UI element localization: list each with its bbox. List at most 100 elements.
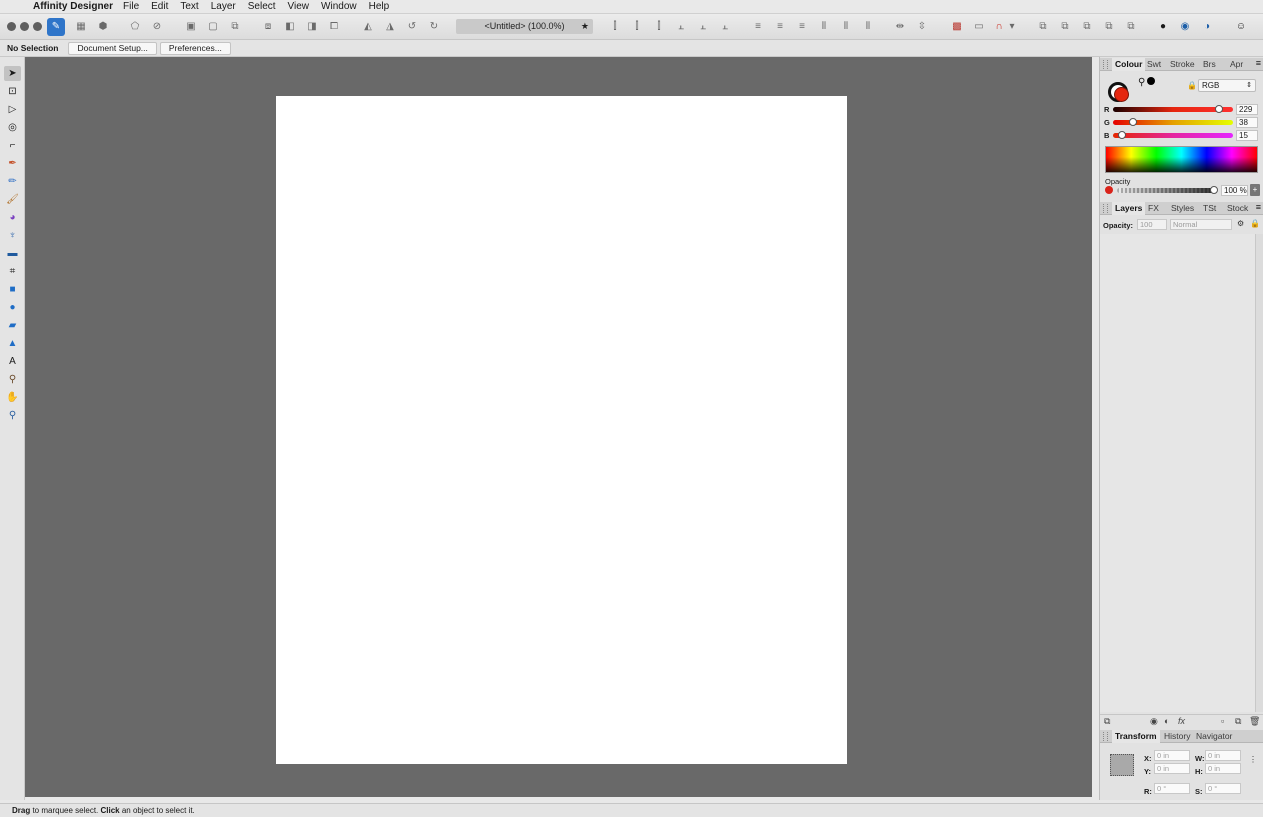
tab-styles[interactable]: Styles xyxy=(1171,202,1194,215)
rounded-rectangle-tool-icon[interactable]: ▰ xyxy=(4,318,21,333)
tab-stock[interactable]: Stock xyxy=(1227,202,1248,215)
blend-mode-select[interactable]: Normal xyxy=(1170,219,1232,230)
boolean-subtract-button[interactable]: ⧉ xyxy=(1056,18,1074,36)
rotate-right-button[interactable]: ↻ xyxy=(425,18,443,36)
boolean-xor-button[interactable]: ⧉ xyxy=(1100,18,1118,36)
distribute-top-button[interactable]: ⦀ xyxy=(815,18,833,36)
designer-persona-button[interactable]: ✎ xyxy=(47,18,65,36)
snap-bounding-button[interactable]: ▣ xyxy=(182,18,200,36)
place-image-tool-icon[interactable]: ▬ xyxy=(4,246,21,261)
transform-anchor-selector[interactable] xyxy=(1110,754,1134,776)
channel-g-value[interactable]: 38 xyxy=(1236,117,1258,128)
preferences-button[interactable]: Preferences... xyxy=(159,41,231,55)
channel-g-knob[interactable] xyxy=(1129,118,1137,126)
color-picker-tool-icon[interactable]: ⚲ xyxy=(4,372,21,387)
gear-icon[interactable]: ⚙ xyxy=(1237,219,1244,228)
align-center-button[interactable]: ⫿ xyxy=(628,18,646,36)
menu-window[interactable]: Window xyxy=(321,1,357,12)
transparency-tool-icon[interactable]: ♆ xyxy=(4,228,21,243)
arrange-backward-button[interactable]: ◧ xyxy=(281,18,299,36)
document-setup-button[interactable]: Document Setup... xyxy=(68,41,157,55)
boolean-intersect-button[interactable]: ⧉ xyxy=(1078,18,1096,36)
account-button[interactable]: ☺ xyxy=(1232,18,1250,36)
black-swatch[interactable] xyxy=(1147,77,1155,85)
distribute-left-button[interactable]: ≡ xyxy=(749,18,767,36)
menu-text[interactable]: Text xyxy=(180,1,198,12)
align-bottom-button[interactable]: ⫠ xyxy=(716,18,734,36)
x-field[interactable]: 0 in xyxy=(1154,750,1190,761)
tab-swatches[interactable]: Swt xyxy=(1147,58,1161,71)
pen-tool-icon[interactable]: ✒ xyxy=(4,156,21,171)
ellipse-tool-icon[interactable]: ● xyxy=(4,300,21,315)
corner-tool-icon[interactable]: ⌐ xyxy=(4,138,21,153)
opacity-value[interactable]: 100 % xyxy=(1221,185,1248,196)
flip-horizontal-button[interactable]: ◭ xyxy=(359,18,377,36)
channel-b-value[interactable]: 15 xyxy=(1236,130,1258,141)
distribute-right-button[interactable]: ≡ xyxy=(793,18,811,36)
menu-file[interactable]: File xyxy=(123,1,139,12)
layers-stack-icon[interactable]: ⧉ xyxy=(1104,716,1110,727)
artistic-text-tool-icon[interactable]: A xyxy=(4,354,21,369)
insert-inside-button[interactable]: ● xyxy=(1154,18,1172,36)
flip-vertical-button[interactable]: ◮ xyxy=(381,18,399,36)
rectangle-tool-icon[interactable]: ■ xyxy=(4,282,21,297)
eyedropper-icon[interactable]: ⚲ xyxy=(1138,77,1145,88)
tab-text-styles[interactable]: TSt xyxy=(1203,202,1216,215)
lock-icon[interactable]: 🔒 xyxy=(1250,219,1260,228)
close-window-button[interactable] xyxy=(7,22,16,31)
tab-fx[interactable]: FX xyxy=(1148,202,1159,215)
vector-brush-tool-icon[interactable]: 🖌 xyxy=(4,192,21,207)
distribute-bottom-button[interactable]: ⦀ xyxy=(859,18,877,36)
pixel-persona-button[interactable]: ▦ xyxy=(72,18,90,36)
insert-top-button[interactable]: ◑ xyxy=(1198,18,1216,36)
snap-grid-button[interactable]: ▢ xyxy=(204,18,222,36)
tab-stroke[interactable]: Stroke xyxy=(1170,58,1195,71)
duplicate-layer-icon[interactable]: ⧉ xyxy=(1235,716,1241,727)
panel-grip-icon[interactable] xyxy=(1103,60,1108,69)
channel-b-knob[interactable] xyxy=(1118,131,1126,139)
h-field[interactable]: 0 in xyxy=(1205,763,1241,774)
stroke-swatch[interactable] xyxy=(1114,87,1129,102)
fx-icon[interactable]: fx xyxy=(1178,716,1185,726)
arrange-back-button[interactable]: ⧈ xyxy=(259,18,277,36)
canvas-area[interactable] xyxy=(25,57,1092,797)
fill-tool-icon[interactable]: ◕ xyxy=(4,210,21,225)
menu-edit[interactable]: Edit xyxy=(151,1,168,12)
star-icon[interactable]: ★ xyxy=(581,19,589,34)
w-field[interactable]: 0 in xyxy=(1205,750,1241,761)
channel-r-value[interactable]: 229 xyxy=(1236,104,1258,115)
panel-grip-icon[interactable] xyxy=(1103,732,1108,741)
panel-menu-icon[interactable]: ≡ xyxy=(1256,202,1261,212)
opacity-slider[interactable] xyxy=(1117,188,1216,193)
distribute-center-button[interactable]: ≡ xyxy=(771,18,789,36)
trash-icon[interactable]: 🗑 xyxy=(1249,716,1260,727)
tab-brushes[interactable]: Brs xyxy=(1203,58,1216,71)
tab-transform[interactable]: Transform xyxy=(1112,730,1160,743)
artboard-tool-icon[interactable]: ⊡ xyxy=(4,84,21,99)
menu-app-name[interactable]: Affinity Designer xyxy=(33,1,113,12)
snapping-dropdown[interactable]: ▾ xyxy=(1006,18,1018,36)
align-top-button[interactable]: ⫠ xyxy=(672,18,690,36)
menu-help[interactable]: Help xyxy=(369,1,390,12)
pencil-tool-icon[interactable]: ✏ xyxy=(4,174,21,189)
zoom-tool-icon[interactable]: ⚲ xyxy=(4,408,21,423)
rotation-field[interactable]: 0 ° xyxy=(1154,783,1190,794)
arrange-forward-button[interactable]: ◨ xyxy=(303,18,321,36)
menu-layer[interactable]: Layer xyxy=(211,1,236,12)
y-field[interactable]: 0 in xyxy=(1154,763,1190,774)
insert-behind-button[interactable]: ◉ xyxy=(1176,18,1194,36)
channel-b-slider[interactable] xyxy=(1113,133,1233,138)
align-right-button[interactable]: ⫿ xyxy=(650,18,668,36)
lock-icon[interactable]: 🔒 xyxy=(1187,81,1197,90)
zoom-window-button[interactable] xyxy=(33,22,42,31)
panel-grip-icon[interactable] xyxy=(1103,204,1108,213)
boolean-add-button[interactable]: ⧉ xyxy=(1034,18,1052,36)
channel-r-knob[interactable] xyxy=(1215,105,1223,113)
snap-transform-button[interactable]: ⧉ xyxy=(226,18,244,36)
distribute-middle-button[interactable]: ⦀ xyxy=(837,18,855,36)
colour-mode-select[interactable]: RGB ⇕ xyxy=(1198,79,1256,92)
colour-spectrum[interactable] xyxy=(1105,146,1258,173)
point-transform-tool-icon[interactable]: ◎ xyxy=(4,120,21,135)
boolean-divide-button[interactable]: ⧉ xyxy=(1122,18,1140,36)
layer-opacity-field[interactable]: 100 xyxy=(1137,219,1167,230)
